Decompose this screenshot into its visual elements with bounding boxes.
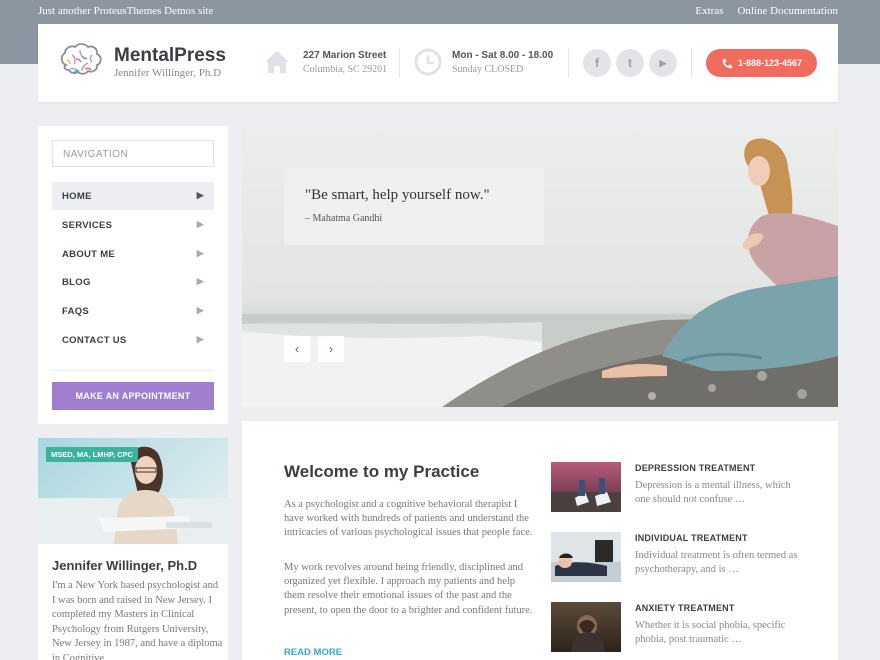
facebook-icon[interactable]: f — [583, 49, 611, 77]
welcome-section: Welcome to my Practice As a psychologist… — [242, 421, 838, 660]
service-title[interactable]: INDIVIDUAL TREATMENT — [635, 533, 748, 543]
sidebar-item-faqs[interactable]: FAQS ▶ — [52, 297, 214, 325]
top-bar: Just another ProteusThemes Demos site Ex… — [0, 0, 880, 24]
sidebar-navigation: NAVIGATION HOME ▶ SERVICES ▶ ABOUT ME ▶ BLO… — [38, 126, 228, 424]
navigation-heading: NAVIGATION — [52, 140, 214, 167]
site-header: MentalPress Jennifer Willinger, Ph.D 227… — [38, 24, 838, 102]
read-more-link[interactable]: READ MORE — [284, 647, 342, 658]
chevron-right-icon: ▶ — [196, 276, 204, 286]
header-divider — [691, 48, 692, 78]
welcome-title: Welcome to my Practice — [284, 462, 480, 481]
twitter-icon[interactable]: t — [616, 49, 644, 77]
individual-thumbnail-image — [551, 540, 621, 582]
service-title[interactable]: ANXIETY TREATMENT — [635, 603, 735, 613]
sidebar-item-label: ABOUT ME — [62, 249, 116, 260]
quote-text: "Be smart, help yourself now." — [305, 187, 490, 203]
anxiety-thumbnail-image — [571, 615, 605, 652]
sidebar-item-services[interactable]: SERVICES ▶ — [52, 211, 214, 239]
sidebar-item-blog[interactable]: BLOG ▶ — [52, 268, 214, 296]
hours-line2: Sunday CLOSED — [452, 64, 524, 75]
sidebar-item-label: HOME — [62, 191, 92, 202]
logo-subtitle: Jennifer Willinger, Ph.D — [114, 67, 222, 79]
sidebar-item-about-me[interactable]: ABOUT ME ▶ — [52, 240, 214, 268]
make-appointment-button[interactable]: MAKE AN APPOINTMENT — [52, 382, 214, 410]
header-divider — [568, 48, 569, 78]
service-excerpt: Whether it is social phobia, specific ph… — [635, 620, 786, 646]
address-line1: 227 Marion Street — [303, 50, 387, 61]
welcome-paragraph: My work revolves around being friendly, … — [284, 562, 533, 616]
slider-next-button[interactable]: › — [318, 336, 344, 362]
phone-icon — [722, 58, 732, 68]
service-thumbnail[interactable] — [551, 602, 621, 652]
online-documentation-link[interactable]: Online Documentation — [737, 5, 838, 17]
extras-link[interactable]: Extras — [695, 5, 723, 17]
address-line2: Columbia, SC 29201 — [303, 64, 388, 75]
profile-name: Jennifer Willinger, Ph.D — [52, 558, 198, 573]
service-excerpt: Depression is a mental illness, which on… — [635, 480, 791, 506]
phone-number: 1-888-123-4567 — [737, 58, 803, 68]
profile-bio: I'm a New York based psychologist and I … — [52, 580, 223, 660]
service-excerpt: Individual treatment is often termed as … — [635, 550, 798, 576]
welcome-paragraph: As a psychologist and a cognitive behavi… — [284, 499, 533, 539]
phone-button[interactable]: 1-888-123-4567 — [706, 49, 817, 77]
sidebar-divider — [52, 370, 214, 371]
service-thumbnail[interactable] — [551, 532, 621, 582]
chevron-right-icon: ▶ — [196, 219, 204, 229]
hours-line1: Mon - Sat 8.00 - 18.00 — [452, 50, 554, 61]
chevron-right-icon: ▶ — [196, 248, 204, 258]
chevron-right-icon: ▶ — [196, 305, 204, 315]
hero-slider[interactable]: "Be smart, help yourself now." – Mahatma… — [242, 126, 838, 407]
chevron-right-icon: ▶ — [196, 334, 204, 344]
quote-box: "Be smart, help yourself now." – Mahatma… — [284, 168, 544, 245]
sidebar-item-label: CONTACT US — [62, 335, 127, 346]
slider-prev-button[interactable]: ‹ — [284, 336, 310, 362]
sidebar-item-label: FAQS — [62, 306, 90, 317]
logo-title[interactable]: MentalPress — [114, 45, 226, 67]
credentials-badge: MSED, MA, LMHP, CPC — [46, 447, 138, 462]
header-divider — [399, 48, 400, 78]
sidebar-item-label: SERVICES — [62, 220, 113, 231]
clock-icon — [414, 48, 442, 76]
home-icon — [265, 51, 289, 73]
service-thumbnail[interactable] — [551, 462, 621, 512]
sidebar-item-home[interactable]: HOME ▶ — [52, 182, 214, 210]
depression-thumbnail-image — [551, 478, 621, 512]
profile-widget: MSED, MA, LMHP, CPC Jennifer Willinger, … — [38, 438, 228, 660]
site-tagline: Just another ProteusThemes Demos site — [38, 5, 214, 17]
brain-logo-icon[interactable] — [58, 43, 104, 81]
service-title[interactable]: DEPRESSION TREATMENT — [635, 463, 755, 473]
quote-author: – Mahatma Gandhi — [305, 213, 383, 224]
sidebar-item-contact-us[interactable]: CONTACT US ▶ — [52, 326, 214, 354]
sidebar-item-label: BLOG — [62, 277, 91, 288]
chevron-right-icon: ▶ — [196, 190, 204, 200]
youtube-icon[interactable]: ▶ — [649, 49, 677, 77]
profile-photo: MSED, MA, LMHP, CPC — [38, 438, 228, 544]
